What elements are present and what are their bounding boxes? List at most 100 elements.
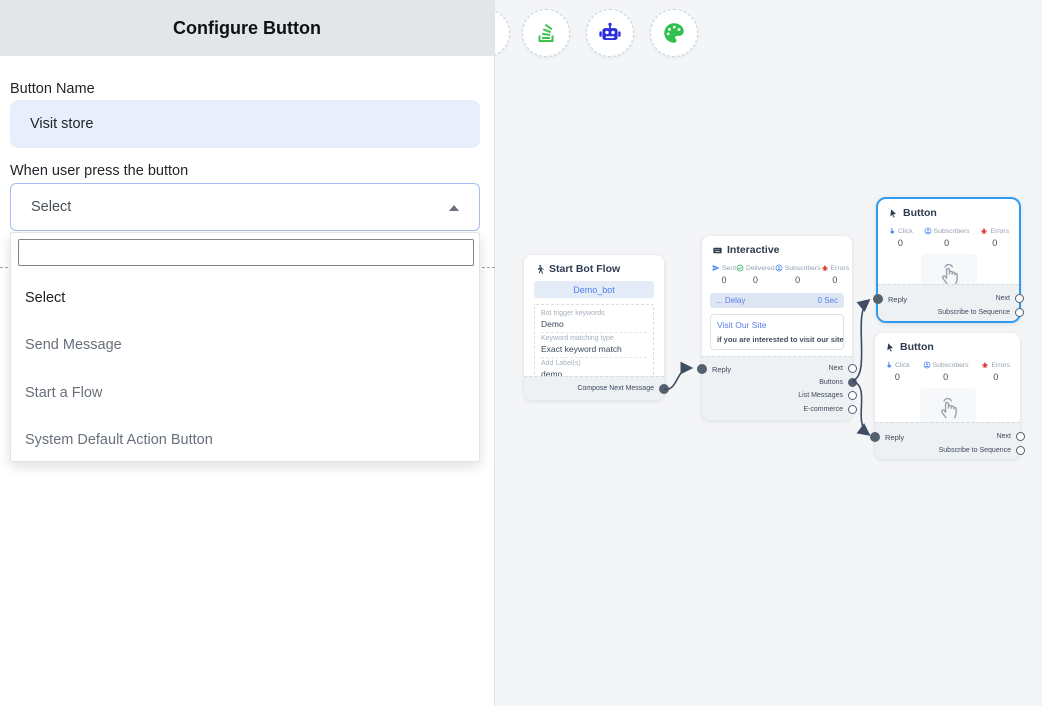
output-port-label: Subscribe to Sequence: [938, 309, 1010, 316]
action-select[interactable]: Select: [10, 183, 480, 231]
action-dropdown: Select Send Message Start a Flow System …: [10, 232, 480, 462]
output-port-subscribe-to-sequence[interactable]: [1015, 308, 1024, 317]
input-port-reply-row: Reply: [870, 432, 904, 442]
stat-subscribers: Subscribers 0: [923, 361, 969, 382]
output-port-label: Buttons: [819, 379, 843, 386]
dropdown-option-select[interactable]: Select: [11, 274, 479, 322]
node-stats: Click 0 Subscribers 0 Errors 0: [875, 357, 1020, 382]
output-port-buttons-row: Buttons: [819, 376, 857, 390]
node-title: Button: [903, 207, 937, 219]
node-footer: Reply Next Subscribe to Sequence: [875, 422, 1020, 459]
output-port-list-messages-row: List Messages: [798, 389, 857, 403]
field-separator: [541, 357, 647, 358]
output-port-next[interactable]: [1015, 294, 1024, 303]
output-port-label: Next: [829, 365, 843, 372]
stat-subscribers: Subscribers 0: [775, 264, 821, 285]
output-port-label: Compose Next Message: [577, 385, 654, 392]
button-name-input[interactable]: [10, 100, 480, 148]
node-footer: Compose Next Message: [524, 376, 664, 400]
delay-bar[interactable]: ... Delay 0 Sec: [710, 293, 844, 308]
stat-errors: Errors 0: [981, 361, 1010, 382]
dropdown-option-start-a-flow[interactable]: Start a Flow: [11, 369, 479, 417]
output-port-label: E-commerce: [803, 406, 843, 413]
output-port-subscribe-row: Subscribe to Sequence: [938, 306, 1024, 320]
node-interactive[interactable]: Interactive Sent 0 Delivered 0 Subscribe…: [702, 236, 852, 420]
cursor-pointer-icon: [888, 208, 899, 219]
message-preview[interactable]: Visit Our Site if you are interested to …: [710, 314, 844, 350]
node-header: Interactive: [702, 236, 852, 260]
output-port-buttons[interactable]: [848, 378, 857, 387]
click-icon: [888, 227, 896, 235]
input-port-reply[interactable]: [870, 432, 880, 442]
stat-subscribers: Subscribers 0: [924, 227, 970, 248]
output-port-subscribe-to-sequence[interactable]: [1016, 446, 1025, 455]
chevron-up-icon: [449, 205, 459, 211]
input-port-label: Reply: [712, 365, 731, 374]
node-title: Interactive: [727, 244, 780, 256]
field-separator: [541, 332, 647, 333]
bot-name-pill[interactable]: Demo_bot: [534, 281, 654, 298]
node-header: Button: [878, 199, 1019, 223]
bug-icon: [980, 227, 988, 235]
delay-label: ... Delay: [716, 296, 745, 305]
dropdown-option-system-default-action-button[interactable]: System Default Action Button: [11, 417, 479, 465]
output-port-next-row: Next: [997, 430, 1025, 444]
node-title: Start Bot Flow: [549, 263, 620, 275]
output-port-label: List Messages: [798, 392, 843, 399]
output-port-label: Subscribe to Sequence: [939, 447, 1011, 454]
node-button-2[interactable]: Button Click 0 Subscribers 0 Errors 0: [875, 333, 1020, 459]
output-port-ecommerce[interactable]: [848, 405, 857, 414]
node-stats: Sent 0 Delivered 0 Subscribers 0 Errors …: [702, 260, 852, 285]
dropdown-option-send-message[interactable]: Send Message: [11, 322, 479, 370]
panel-title: Configure Button: [0, 0, 494, 56]
delay-value: 0 Sec: [818, 296, 838, 305]
check-circle-icon: [736, 264, 744, 272]
keyboard-icon: [712, 245, 723, 256]
output-port-next-row: Next: [996, 292, 1024, 306]
node-button-1[interactable]: Button Click 0 Subscribers 0 Errors 0: [876, 197, 1021, 323]
output-port-next[interactable]: [848, 364, 857, 373]
message-title: Visit Our Site: [717, 320, 837, 330]
action-label: When user press the button: [10, 163, 188, 179]
input-port-reply-row: Reply: [697, 364, 731, 374]
cursor-pointer-icon: [885, 342, 896, 353]
robot-icon: [597, 20, 623, 46]
node-footer: Reply Next Subscribe to Sequence: [878, 284, 1019, 321]
field-label: Keyword matching type: [541, 335, 647, 342]
output-port-compose-next-message[interactable]: [659, 384, 669, 394]
node-header: Start Bot Flow: [524, 255, 664, 279]
input-port-reply[interactable]: [697, 364, 707, 374]
toolbar-button-stack[interactable]: [522, 9, 570, 57]
node-start-bot-flow[interactable]: Start Bot Flow Demo_bot Bot trigger keyw…: [524, 255, 664, 400]
subscriber-icon: [924, 227, 932, 235]
toolbar-button-bot[interactable]: [586, 9, 634, 57]
input-port-label: Reply: [885, 433, 904, 442]
input-port-label: Reply: [888, 295, 907, 304]
toolbar-button-theme[interactable]: [650, 9, 698, 57]
bug-icon: [981, 361, 989, 369]
stack-icon: [534, 21, 558, 45]
click-icon: [885, 361, 893, 369]
subscriber-icon: [775, 264, 783, 272]
output-port-next[interactable]: [1016, 432, 1025, 441]
field-value: Demo: [541, 319, 647, 329]
input-port-reply[interactable]: [873, 294, 883, 304]
walking-person-icon: [534, 264, 545, 275]
dropdown-search-input[interactable]: [18, 239, 474, 266]
input-port-reply-row: Reply: [873, 294, 907, 304]
stat-click: Click 0: [888, 227, 913, 248]
select-value: Select: [31, 199, 71, 215]
dropdown-options: Select Send Message Start a Flow System …: [11, 274, 479, 464]
palette-icon: [661, 20, 687, 46]
output-port-subscribe-row: Subscribe to Sequence: [939, 444, 1025, 458]
stat-click: Click 0: [885, 361, 910, 382]
node-title: Button: [900, 341, 934, 353]
output-port-next-row: Next: [829, 362, 857, 376]
stat-errors: Errors 0: [821, 264, 850, 285]
stat-sent: Sent 0: [712, 264, 736, 285]
message-body: if you are interested to visit our site: [717, 335, 837, 344]
node-stats: Click 0 Subscribers 0 Errors 0: [878, 223, 1019, 248]
node-header: Button: [875, 333, 1020, 357]
button-name-label: Button Name: [10, 81, 95, 97]
output-port-list-messages[interactable]: [848, 391, 857, 400]
